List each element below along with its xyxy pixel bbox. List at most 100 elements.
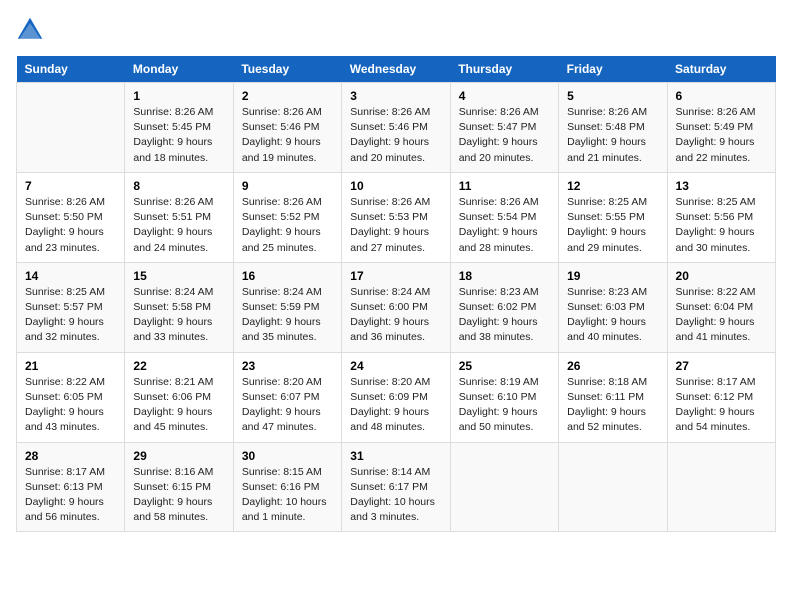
calendar-week-4: 21Sunrise: 8:22 AM Sunset: 6:05 PM Dayli… (17, 352, 776, 442)
day-info: Sunrise: 8:26 AM Sunset: 5:46 PM Dayligh… (350, 105, 441, 166)
day-number: 11 (459, 179, 550, 193)
day-number: 19 (567, 269, 658, 283)
day-number: 3 (350, 89, 441, 103)
day-info: Sunrise: 8:23 AM Sunset: 6:02 PM Dayligh… (459, 285, 550, 346)
day-info: Sunrise: 8:23 AM Sunset: 6:03 PM Dayligh… (567, 285, 658, 346)
calendar-cell: 25 Sunrise: 8:19 AM Sunset: 6:10 PM Dayli… (450, 352, 558, 442)
calendar-body: 1Sunrise: 8:26 AM Sunset: 5:45 PM Daylig… (17, 83, 776, 532)
calendar-week-1: 1Sunrise: 8:26 AM Sunset: 5:45 PM Daylig… (17, 83, 776, 173)
day-number: 31 (350, 449, 441, 463)
day-info: Sunrise: 8:15 AM Sunset: 6:16 PM Dayligh… (242, 465, 333, 526)
calendar-cell: 31 Sunrise: 8:14 AM Sunset: 6:17 PM Dayli… (342, 442, 450, 532)
day-info: Sunrise: 8:26 AM Sunset: 5:45 PM Dayligh… (133, 105, 224, 166)
day-info: Sunrise: 8:24 AM Sunset: 6:00 PM Dayligh… (350, 285, 441, 346)
calendar-cell: 30 Sunrise: 8:15 AM Sunset: 6:16 PM Dayli… (233, 442, 341, 532)
day-info: Sunrise: 8:25 AM Sunset: 5:56 PM Dayligh… (676, 195, 767, 256)
day-number: 27 (676, 359, 767, 373)
day-number: 12 (567, 179, 658, 193)
calendar-cell (559, 442, 667, 532)
day-info: Sunrise: 8:20 AM Sunset: 6:09 PM Dayligh… (350, 375, 441, 436)
day-info: Sunrise: 8:14 AM Sunset: 6:17 PM Dayligh… (350, 465, 441, 526)
weekday-header-saturday: Saturday (667, 56, 775, 83)
calendar-cell: 7 Sunrise: 8:26 AM Sunset: 5:50 PM Daylig… (17, 172, 125, 262)
calendar-table: SundayMondayTuesdayWednesdayThursdayFrid… (16, 56, 776, 532)
calendar-week-2: 7 Sunrise: 8:26 AM Sunset: 5:50 PM Daylig… (17, 172, 776, 262)
day-number: 23 (242, 359, 333, 373)
calendar-cell: 14Sunrise: 8:25 AM Sunset: 5:57 PM Dayli… (17, 262, 125, 352)
calendar-cell: 26 Sunrise: 8:18 AM Sunset: 6:11 PM Dayli… (559, 352, 667, 442)
day-number: 16 (242, 269, 333, 283)
day-number: 9 (242, 179, 333, 193)
day-info: Sunrise: 8:21 AM Sunset: 6:06 PM Dayligh… (133, 375, 224, 436)
calendar-cell: 21Sunrise: 8:22 AM Sunset: 6:05 PM Dayli… (17, 352, 125, 442)
day-info: Sunrise: 8:25 AM Sunset: 5:55 PM Dayligh… (567, 195, 658, 256)
day-info: Sunrise: 8:19 AM Sunset: 6:10 PM Dayligh… (459, 375, 550, 436)
calendar-cell: 12 Sunrise: 8:25 AM Sunset: 5:55 PM Dayli… (559, 172, 667, 262)
day-info: Sunrise: 8:26 AM Sunset: 5:53 PM Dayligh… (350, 195, 441, 256)
calendar-cell: 8 Sunrise: 8:26 AM Sunset: 5:51 PM Daylig… (125, 172, 233, 262)
day-info: Sunrise: 8:26 AM Sunset: 5:52 PM Dayligh… (242, 195, 333, 256)
day-number: 14 (25, 269, 116, 283)
calendar-cell: 9 Sunrise: 8:26 AM Sunset: 5:52 PM Daylig… (233, 172, 341, 262)
calendar-cell: 16 Sunrise: 8:24 AM Sunset: 5:59 PM Dayli… (233, 262, 341, 352)
day-number: 18 (459, 269, 550, 283)
day-number: 25 (459, 359, 550, 373)
calendar-cell: 29 Sunrise: 8:16 AM Sunset: 6:15 PM Dayli… (125, 442, 233, 532)
day-info: Sunrise: 8:26 AM Sunset: 5:48 PM Dayligh… (567, 105, 658, 166)
calendar-cell: 13 Sunrise: 8:25 AM Sunset: 5:56 PM Dayli… (667, 172, 775, 262)
calendar-cell: 24 Sunrise: 8:20 AM Sunset: 6:09 PM Dayli… (342, 352, 450, 442)
weekday-header-monday: Monday (125, 56, 233, 83)
day-info: Sunrise: 8:17 AM Sunset: 6:13 PM Dayligh… (25, 465, 116, 526)
day-number: 8 (133, 179, 224, 193)
calendar-cell: 11Sunrise: 8:26 AM Sunset: 5:54 PM Dayli… (450, 172, 558, 262)
calendar-week-3: 14Sunrise: 8:25 AM Sunset: 5:57 PM Dayli… (17, 262, 776, 352)
day-number: 6 (676, 89, 767, 103)
day-number: 7 (25, 179, 116, 193)
calendar-cell: 23Sunrise: 8:20 AM Sunset: 6:07 PM Dayli… (233, 352, 341, 442)
day-number: 26 (567, 359, 658, 373)
day-number: 30 (242, 449, 333, 463)
day-info: Sunrise: 8:26 AM Sunset: 5:51 PM Dayligh… (133, 195, 224, 256)
logo-icon (16, 16, 44, 44)
day-number: 10 (350, 179, 441, 193)
day-info: Sunrise: 8:16 AM Sunset: 6:15 PM Dayligh… (133, 465, 224, 526)
calendar-cell: 1Sunrise: 8:26 AM Sunset: 5:45 PM Daylig… (125, 83, 233, 173)
calendar-cell: 6 Sunrise: 8:26 AM Sunset: 5:49 PM Daylig… (667, 83, 775, 173)
day-number: 4 (459, 89, 550, 103)
calendar-cell: 10 Sunrise: 8:26 AM Sunset: 5:53 PM Dayli… (342, 172, 450, 262)
calendar-cell (450, 442, 558, 532)
page-header (16, 16, 776, 44)
day-number: 17 (350, 269, 441, 283)
day-info: Sunrise: 8:24 AM Sunset: 5:58 PM Dayligh… (133, 285, 224, 346)
calendar-cell: 2 Sunrise: 8:26 AM Sunset: 5:46 PM Daylig… (233, 83, 341, 173)
weekday-header-tuesday: Tuesday (233, 56, 341, 83)
day-number: 24 (350, 359, 441, 373)
calendar-cell: 22 Sunrise: 8:21 AM Sunset: 6:06 PM Dayli… (125, 352, 233, 442)
weekday-header-thursday: Thursday (450, 56, 558, 83)
day-number: 22 (133, 359, 224, 373)
day-info: Sunrise: 8:26 AM Sunset: 5:46 PM Dayligh… (242, 105, 333, 166)
day-info: Sunrise: 8:26 AM Sunset: 5:49 PM Dayligh… (676, 105, 767, 166)
calendar-week-5: 28 Sunrise: 8:17 AM Sunset: 6:13 PM Dayli… (17, 442, 776, 532)
calendar-cell: 4 Sunrise: 8:26 AM Sunset: 5:47 PM Daylig… (450, 83, 558, 173)
day-number: 29 (133, 449, 224, 463)
calendar-cell: 3 Sunrise: 8:26 AM Sunset: 5:46 PM Daylig… (342, 83, 450, 173)
weekday-header-sunday: Sunday (17, 56, 125, 83)
day-number: 15 (133, 269, 224, 283)
calendar-cell: 27 Sunrise: 8:17 AM Sunset: 6:12 PM Dayli… (667, 352, 775, 442)
weekday-header-row: SundayMondayTuesdayWednesdayThursdayFrid… (17, 56, 776, 83)
day-info: Sunrise: 8:17 AM Sunset: 6:12 PM Dayligh… (676, 375, 767, 436)
day-number: 20 (676, 269, 767, 283)
day-info: Sunrise: 8:26 AM Sunset: 5:47 PM Dayligh… (459, 105, 550, 166)
logo (16, 16, 48, 44)
day-info: Sunrise: 8:22 AM Sunset: 6:04 PM Dayligh… (676, 285, 767, 346)
day-number: 13 (676, 179, 767, 193)
day-info: Sunrise: 8:26 AM Sunset: 5:50 PM Dayligh… (25, 195, 116, 256)
calendar-cell: 17 Sunrise: 8:24 AM Sunset: 6:00 PM Dayli… (342, 262, 450, 352)
day-info: Sunrise: 8:24 AM Sunset: 5:59 PM Dayligh… (242, 285, 333, 346)
day-number: 2 (242, 89, 333, 103)
day-number: 28 (25, 449, 116, 463)
day-info: Sunrise: 8:18 AM Sunset: 6:11 PM Dayligh… (567, 375, 658, 436)
day-number: 5 (567, 89, 658, 103)
calendar-cell: 15 Sunrise: 8:24 AM Sunset: 5:58 PM Dayli… (125, 262, 233, 352)
